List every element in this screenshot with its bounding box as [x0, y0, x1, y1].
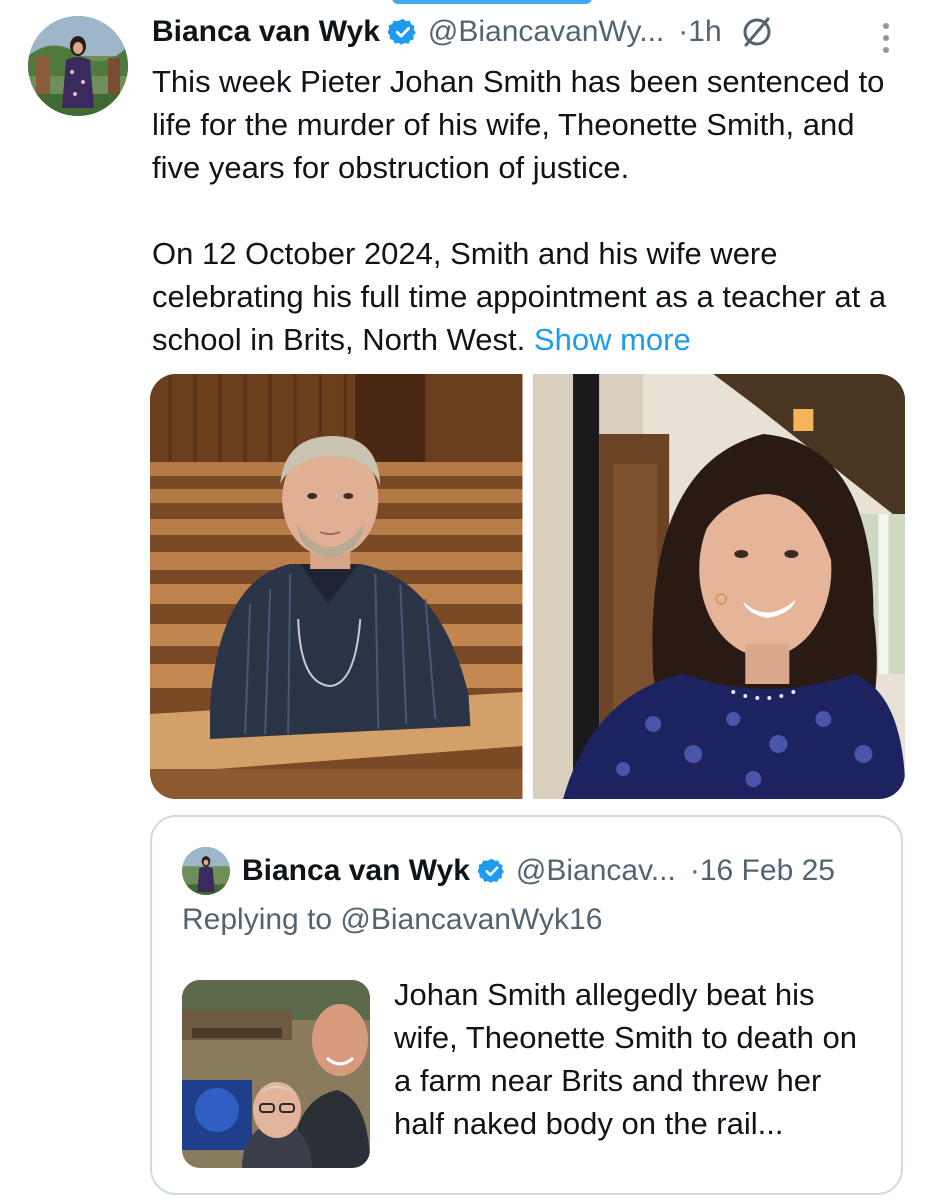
quote-header: Bianca van Wyk @Biancav... ·16 Feb 25 [242, 847, 892, 895]
tweet-time[interactable]: ·1h [678, 15, 721, 49]
show-more-link[interactable]: Show more [534, 322, 691, 357]
tweet-paragraph-2-text: On 12 October 2024, Smith and his wife w… [152, 236, 887, 357]
new-posts-indicator[interactable] [392, 0, 592, 4]
grok-icon[interactable] [740, 15, 774, 49]
tweet-media-grid [150, 374, 905, 799]
tweet-text: This week Pieter Johan Smith has been se… [152, 60, 902, 361]
quoted-tweet-card[interactable]: Bianca van Wyk @Biancav... ·16 Feb 25 Re… [150, 815, 903, 1195]
author-avatar[interactable] [28, 16, 128, 116]
tweet-paragraph-1: This week Pieter Johan Smith has been se… [152, 64, 885, 185]
more-vertical-icon[interactable] [882, 22, 890, 54]
verified-badge-icon [387, 18, 416, 45]
quote-media-thumbnail[interactable] [182, 980, 370, 1168]
replying-to-label[interactable]: Replying to @BiancavanWyk16 [182, 903, 602, 937]
quote-text: Johan Smith allegedly beat his wife, The… [394, 977, 858, 1141]
author-handle[interactable]: @BiancavanWy... [428, 15, 664, 49]
media-photo-woman-selfie[interactable] [532, 374, 905, 799]
quote-author-handle[interactable]: @Biancav... [516, 854, 676, 888]
media-photo-man-in-court[interactable] [150, 374, 523, 799]
quote-time[interactable]: ·16 Feb 25 [690, 854, 835, 888]
verified-badge-icon [477, 858, 504, 883]
quote-author-name[interactable]: Bianca van Wyk [242, 854, 470, 888]
tweet-header: Bianca van Wyk @BiancavanWy... ·1h [152, 10, 912, 54]
author-name[interactable]: Bianca van Wyk [152, 15, 380, 49]
tweet-paragraph-2: On 12 October 2024, Smith and his wife w… [152, 232, 902, 361]
quote-author-avatar[interactable] [182, 847, 230, 895]
